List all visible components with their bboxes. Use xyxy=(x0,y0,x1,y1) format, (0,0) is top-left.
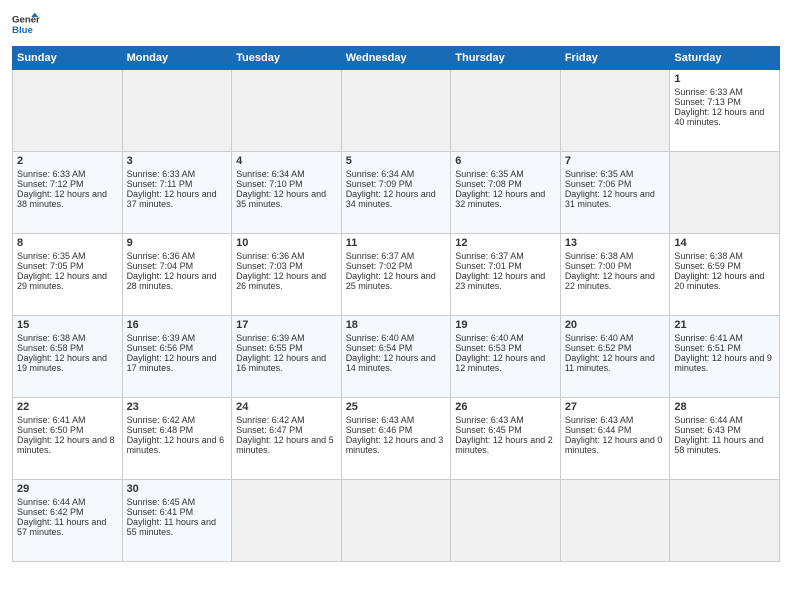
calendar-cell: 3Sunrise: 6:33 AMSunset: 7:11 PMDaylight… xyxy=(122,152,232,234)
calendar-cell: 10Sunrise: 6:36 AMSunset: 7:03 PMDayligh… xyxy=(232,234,342,316)
calendar-cell: 6Sunrise: 6:35 AMSunset: 7:08 PMDaylight… xyxy=(451,152,561,234)
calendar-cell xyxy=(451,480,561,562)
calendar-cell: 7Sunrise: 6:35 AMSunset: 7:06 PMDaylight… xyxy=(560,152,670,234)
calendar-table: SundayMondayTuesdayWednesdayThursdayFrid… xyxy=(12,46,780,562)
calendar-cell: 20Sunrise: 6:40 AMSunset: 6:52 PMDayligh… xyxy=(560,316,670,398)
calendar-cell: 30Sunrise: 6:45 AMSunset: 6:41 PMDayligh… xyxy=(122,480,232,562)
calendar-cell xyxy=(670,480,780,562)
calendar-cell: 4Sunrise: 6:34 AMSunset: 7:10 PMDaylight… xyxy=(232,152,342,234)
calendar-row: 2Sunrise: 6:33 AMSunset: 7:12 PMDaylight… xyxy=(13,152,780,234)
calendar-row: 15Sunrise: 6:38 AMSunset: 6:58 PMDayligh… xyxy=(13,316,780,398)
calendar-cell: 17Sunrise: 6:39 AMSunset: 6:55 PMDayligh… xyxy=(232,316,342,398)
calendar-cell: 11Sunrise: 6:37 AMSunset: 7:02 PMDayligh… xyxy=(341,234,451,316)
calendar-cell: 14Sunrise: 6:38 AMSunset: 6:59 PMDayligh… xyxy=(670,234,780,316)
calendar-cell: 26Sunrise: 6:43 AMSunset: 6:45 PMDayligh… xyxy=(451,398,561,480)
calendar-cell xyxy=(341,480,451,562)
calendar-cell: 22Sunrise: 6:41 AMSunset: 6:50 PMDayligh… xyxy=(13,398,123,480)
empty-cell xyxy=(341,70,451,152)
empty-cell xyxy=(560,70,670,152)
empty-cell xyxy=(122,70,232,152)
calendar-cell: 25Sunrise: 6:43 AMSunset: 6:46 PMDayligh… xyxy=(341,398,451,480)
days-header-row: SundayMondayTuesdayWednesdayThursdayFrid… xyxy=(13,47,780,70)
calendar-row: 29Sunrise: 6:44 AMSunset: 6:42 PMDayligh… xyxy=(13,480,780,562)
calendar-cell: 18Sunrise: 6:40 AMSunset: 6:54 PMDayligh… xyxy=(341,316,451,398)
calendar-cell: 1Sunrise: 6:33 AMSunset: 7:13 PMDaylight… xyxy=(670,70,780,152)
calendar-cell: 23Sunrise: 6:42 AMSunset: 6:48 PMDayligh… xyxy=(122,398,232,480)
calendar-cell: 5Sunrise: 6:34 AMSunset: 7:09 PMDaylight… xyxy=(341,152,451,234)
calendar-cell: 16Sunrise: 6:39 AMSunset: 6:56 PMDayligh… xyxy=(122,316,232,398)
calendar-cell: 27Sunrise: 6:43 AMSunset: 6:44 PMDayligh… xyxy=(560,398,670,480)
calendar-row: 1Sunrise: 6:33 AMSunset: 7:13 PMDaylight… xyxy=(13,70,780,152)
header: General Blue xyxy=(12,10,780,38)
calendar-row: 22Sunrise: 6:41 AMSunset: 6:50 PMDayligh… xyxy=(13,398,780,480)
calendar-cell: 12Sunrise: 6:37 AMSunset: 7:01 PMDayligh… xyxy=(451,234,561,316)
day-header-thursday: Thursday xyxy=(451,47,561,70)
day-header-wednesday: Wednesday xyxy=(341,47,451,70)
day-header-sunday: Sunday xyxy=(13,47,123,70)
calendar-cell: 19Sunrise: 6:40 AMSunset: 6:53 PMDayligh… xyxy=(451,316,561,398)
empty-cell xyxy=(232,70,342,152)
calendar-cell xyxy=(232,480,342,562)
day-header-monday: Monday xyxy=(122,47,232,70)
calendar-cell: 15Sunrise: 6:38 AMSunset: 6:58 PMDayligh… xyxy=(13,316,123,398)
logo-icon: General Blue xyxy=(12,10,40,38)
day-header-tuesday: Tuesday xyxy=(232,47,342,70)
calendar-cell: 8Sunrise: 6:35 AMSunset: 7:05 PMDaylight… xyxy=(13,234,123,316)
calendar-cell xyxy=(670,152,780,234)
calendar-cell: 21Sunrise: 6:41 AMSunset: 6:51 PMDayligh… xyxy=(670,316,780,398)
calendar-cell: 13Sunrise: 6:38 AMSunset: 7:00 PMDayligh… xyxy=(560,234,670,316)
calendar-cell: 29Sunrise: 6:44 AMSunset: 6:42 PMDayligh… xyxy=(13,480,123,562)
logo: General Blue xyxy=(12,10,40,38)
calendar-row: 8Sunrise: 6:35 AMSunset: 7:05 PMDaylight… xyxy=(13,234,780,316)
calendar-cell xyxy=(560,480,670,562)
empty-cell xyxy=(13,70,123,152)
svg-text:Blue: Blue xyxy=(12,25,33,36)
day-header-friday: Friday xyxy=(560,47,670,70)
calendar-container: General Blue SundayMondayTuesdayWednesda… xyxy=(0,0,792,572)
calendar-cell: 24Sunrise: 6:42 AMSunset: 6:47 PMDayligh… xyxy=(232,398,342,480)
empty-cell xyxy=(451,70,561,152)
calendar-cell: 9Sunrise: 6:36 AMSunset: 7:04 PMDaylight… xyxy=(122,234,232,316)
day-header-saturday: Saturday xyxy=(670,47,780,70)
calendar-cell: 28Sunrise: 6:44 AMSunset: 6:43 PMDayligh… xyxy=(670,398,780,480)
calendar-cell: 2Sunrise: 6:33 AMSunset: 7:12 PMDaylight… xyxy=(13,152,123,234)
